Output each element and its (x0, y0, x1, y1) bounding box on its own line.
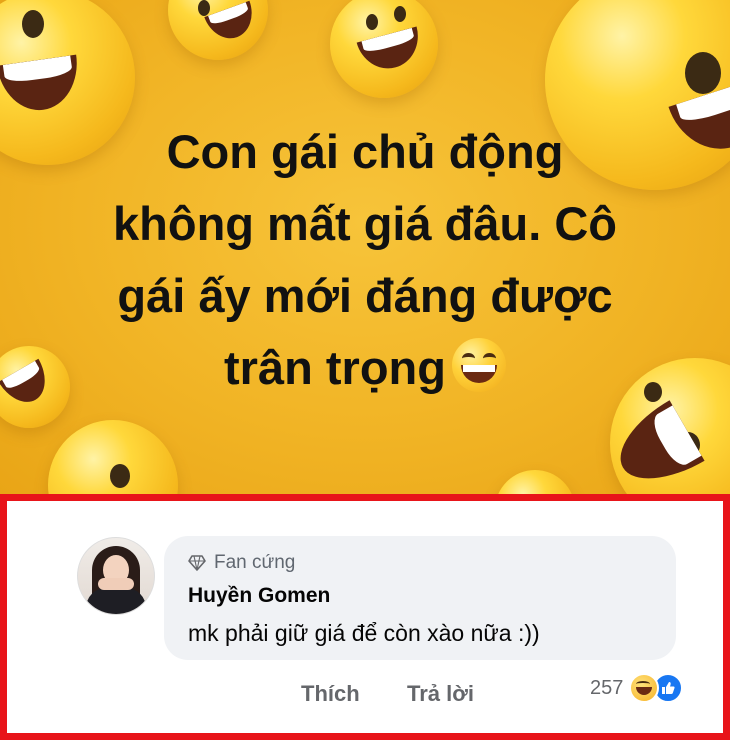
post-caption: Con gái chủ động không mất giá đâu. Cô g… (40, 116, 690, 404)
post-caption-line: Con gái chủ động (166, 125, 564, 178)
haha-icon (629, 673, 660, 703)
reaction-count: 257 (590, 676, 624, 699)
like-button[interactable]: Thích (301, 681, 360, 707)
smiley-decoration-icon (168, 0, 268, 60)
post-caption-line: không mất giá đâu. Cô (113, 197, 617, 250)
smiley-decoration-icon (48, 420, 178, 494)
reply-button[interactable]: Trả lời (407, 681, 474, 707)
post-caption-line: trân trọng (224, 341, 446, 394)
post-caption-line-last: trân trọng (40, 332, 690, 404)
post-image: Con gái chủ động không mất giá đâu. Cô g… (0, 0, 730, 494)
gem-icon (188, 555, 206, 571)
comment-highlight-box: Fan cứng Huyền Gomen mk phải giữ giá để … (0, 494, 730, 740)
grinning-squinting-face-icon (451, 338, 506, 392)
comment-author-name[interactable]: Huyền Gomen (188, 584, 330, 608)
reaction-summary[interactable]: 257 (590, 673, 684, 703)
smiley-decoration-icon (330, 0, 438, 98)
badge-label: Fan cứng (214, 552, 296, 573)
comment-bubble: Fan cứng Huyền Gomen mk phải giữ giá để … (164, 536, 676, 660)
fan-badge: Fan cứng (188, 552, 295, 574)
post-caption-line: gái ấy mới đáng được (117, 269, 613, 322)
comment-text: mk phải giữ giá để còn xào nữa :)) (188, 620, 540, 646)
avatar[interactable] (77, 537, 155, 615)
smiley-decoration-icon (495, 470, 575, 494)
